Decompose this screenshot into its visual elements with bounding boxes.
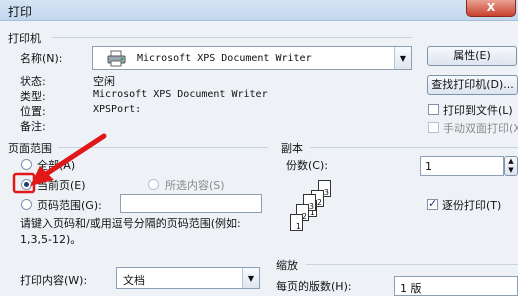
copies-count-label: 份数(C): xyxy=(286,159,328,172)
pages-per-sheet-label: 每页的版数(H): xyxy=(276,280,352,293)
copies-count-input[interactable]: 1 xyxy=(420,156,504,176)
collate-checkbox[interactable]: ✓ xyxy=(427,197,438,210)
pages-per-sheet-select[interactable]: 1 版 xyxy=(394,276,518,296)
copies-group-label: 副本 xyxy=(281,142,303,155)
print-what-select[interactable]: 文档 ▼ xyxy=(116,267,260,289)
annotation-arrow-shaft xyxy=(37,133,107,181)
collate-page-1b: 1 xyxy=(290,214,303,231)
print-what-label: 打印内容(W): xyxy=(20,274,88,287)
print-what-value: 文档 xyxy=(123,274,145,287)
copies-group-divider xyxy=(310,147,518,148)
chevron-down-icon: ▼ xyxy=(242,268,259,288)
copies-count-value: 1 xyxy=(425,160,432,173)
collate-label: 逐份打印(T) xyxy=(442,199,502,212)
annotation-highlight-box xyxy=(12,172,36,194)
zoom-group-divider xyxy=(306,264,518,265)
collate-illustration: 3 2 1 3 2 1 xyxy=(290,180,370,240)
copies-spinner[interactable]: ▲ ▼ xyxy=(504,156,518,176)
check-icon: ✓ xyxy=(428,197,438,210)
zoom-group-label: 缩放 xyxy=(276,259,298,272)
